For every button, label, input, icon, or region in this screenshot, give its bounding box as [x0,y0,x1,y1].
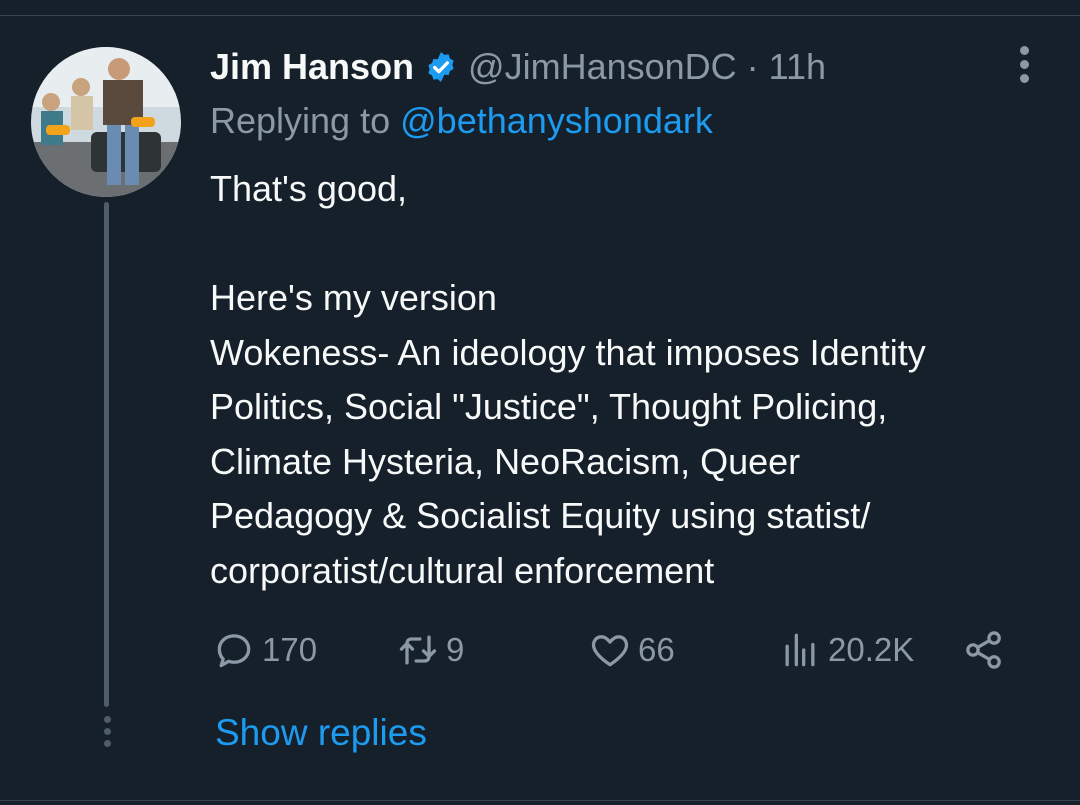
timestamp[interactable]: 11h [769,46,826,88]
separator-dot: · [746,46,759,87]
retweet-button[interactable]: 9 [396,626,464,674]
retweet-count: 9 [446,631,465,668]
bottom-divider [0,800,1080,801]
thread-line [104,202,109,707]
replying-to-line: Replying to @bethanyshondark [210,100,713,142]
show-replies-link[interactable]: Show replies [215,712,427,754]
reply-button[interactable]: 170 [212,626,317,674]
like-count: 66 [638,631,675,668]
author-name[interactable]: Jim Hanson [210,46,414,88]
reply-count: 170 [262,631,318,668]
top-divider [0,15,1080,16]
more-vertical-icon[interactable] [1012,46,1036,86]
views-count: 20.2K [828,631,915,668]
verified-badge-icon [428,52,454,82]
replying-to-label: Replying to [210,100,391,141]
views-button[interactable]: 20.2K [778,626,914,674]
heart-icon [591,635,629,667]
views-bar-chart-icon [785,633,815,667]
share-icon [966,631,1001,669]
avatar[interactable] [31,47,181,197]
replying-to-mention[interactable]: @bethanyshondark [400,100,713,141]
comment-icon [217,634,251,668]
thread-continuation-dots [101,716,113,752]
like-button[interactable]: 66 [588,626,675,674]
tweet-header: Jim Hanson @JimHansonDC · 11h [210,44,826,90]
retweet-icon [399,635,437,665]
tweet-text: That's good, Here's my version Wokeness-… [210,168,926,591]
avatar-photo [31,47,181,197]
share-button[interactable] [962,626,1006,674]
author-handle[interactable]: @JimHansonDC [468,46,737,88]
